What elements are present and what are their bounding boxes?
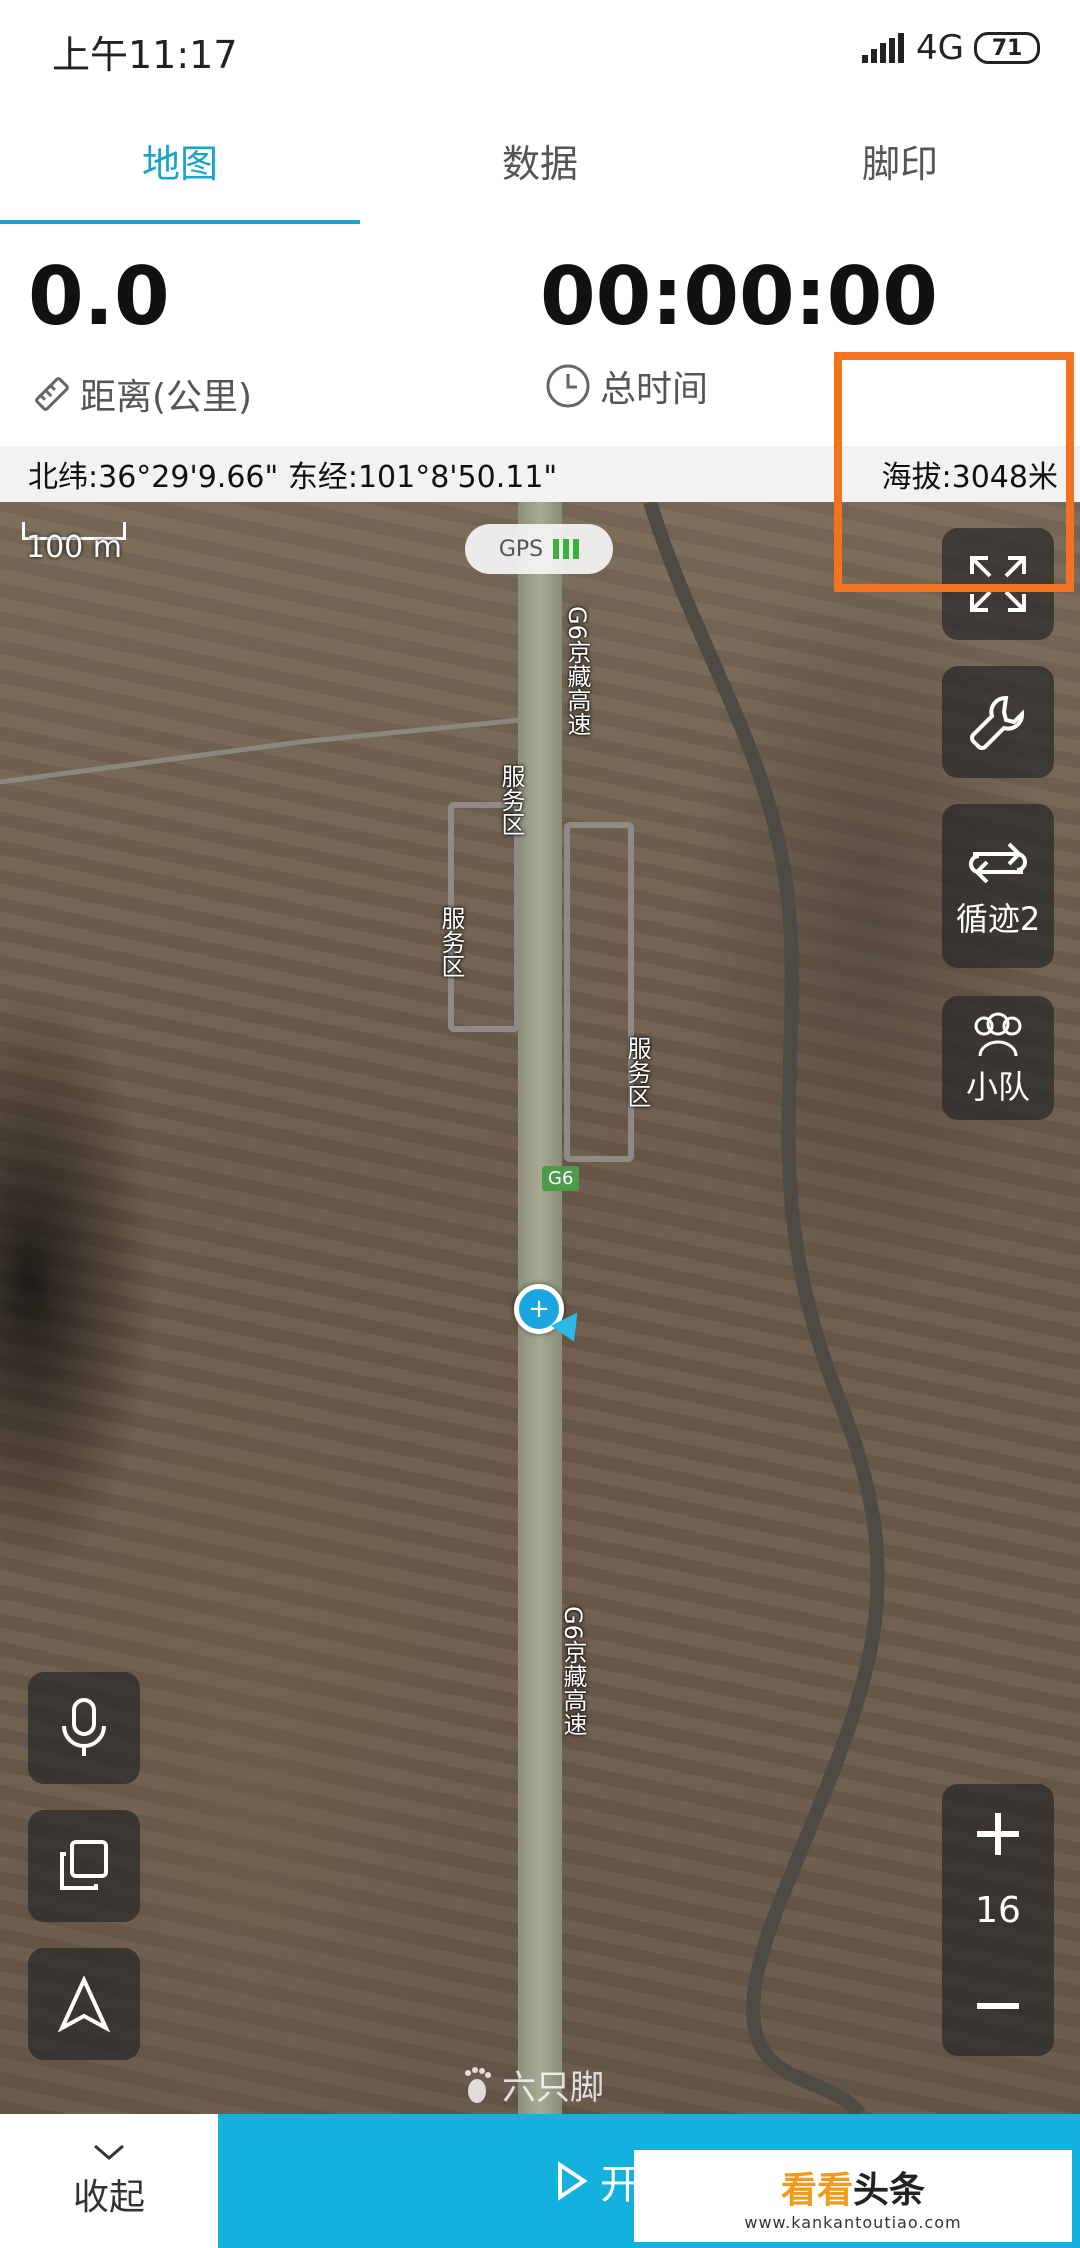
track-follow-label: 循迹2 — [955, 900, 1041, 938]
play-icon — [558, 2161, 588, 2201]
clock-icon — [546, 364, 590, 408]
battery-icon: 71 — [974, 32, 1040, 64]
tab-footprint[interactable]: 脚印 — [720, 96, 1080, 224]
service-area-loop-right — [564, 822, 634, 1162]
team-button[interactable]: 小队 — [942, 996, 1054, 1120]
network-type: 4G — [916, 28, 964, 68]
brand-text-2: 头条 — [853, 2169, 926, 2211]
chevron-down-icon — [94, 2144, 124, 2160]
brand-text-1: 看看 — [780, 2169, 853, 2211]
minus-icon — [977, 2003, 1019, 2009]
distance-label-group: 距离(公里) — [32, 368, 252, 420]
brand-logo-text: 看看头条 — [781, 2161, 925, 2213]
road-label-service-3: 服务区 — [623, 1036, 651, 1108]
lat-lon-text: 北纬:36°29'9.66" 东经:101°8'50.11" — [28, 460, 558, 495]
map-watermark: 六只脚 — [460, 2060, 604, 2109]
status-bar: 上午11:17 4G 71 — [0, 0, 1080, 96]
gps-label: GPS — [498, 536, 544, 562]
scale-label: 100 m — [26, 530, 123, 565]
footprint-icon — [465, 2066, 491, 2103]
brand-url: www.kankantoutiao.com — [744, 2212, 962, 2232]
road-label-service-2: 服务区 — [437, 906, 465, 978]
time-label-group: 总时间 — [544, 360, 708, 412]
ruler-icon — [35, 377, 69, 411]
distance-label: 距离(公里) — [80, 377, 253, 418]
team-label: 小队 — [965, 1068, 1030, 1106]
map-view[interactable]: G6京藏高速 服务区 服务区 服务区 G6 G6京藏高速 100 m GPS +… — [0, 502, 1080, 2114]
signal-icon — [862, 33, 906, 63]
layers-button[interactable] — [28, 1810, 140, 1922]
brand-watermark: 看看头条 www.kankantoutiao.com — [634, 2150, 1072, 2242]
tab-data[interactable]: 数据 — [360, 96, 720, 224]
battery-level: 71 — [991, 35, 1023, 61]
tools-button[interactable] — [942, 666, 1054, 778]
zoom-controls: 16 — [942, 1784, 1054, 2056]
voice-button[interactable] — [28, 1672, 140, 1784]
road-label-top: G6京藏高速 — [563, 606, 591, 736]
total-time-value: 00:00:00 — [540, 250, 938, 343]
collapse-label: 收起 — [72, 2177, 145, 2218]
navigate-button[interactable] — [28, 1948, 140, 2060]
distance-value: 0.0 — [28, 250, 170, 343]
route-swap-icon — [969, 842, 1027, 884]
track-follow-button[interactable]: 循迹2 — [942, 804, 1054, 968]
gps-status: GPS — [465, 524, 613, 574]
wrench-icon — [970, 696, 1024, 750]
collapse-button[interactable]: 收起 — [0, 2114, 218, 2248]
zoom-in-button[interactable] — [942, 1784, 1054, 1884]
zoom-level: 16 — [975, 1890, 1021, 1931]
road-label-service-1: 服务区 — [497, 764, 525, 836]
road-label-bottom: G6京藏高速 — [559, 1606, 587, 1736]
tab-bar: 地图 数据 脚印 — [0, 96, 1080, 224]
status-indicators: 4G 71 — [862, 28, 1040, 68]
road-shield-g6: G6 — [542, 1166, 580, 1191]
team-icon — [974, 1012, 1022, 1057]
status-time: 上午11:17 — [52, 33, 238, 77]
tab-map[interactable]: 地图 — [0, 96, 360, 224]
microphone-icon — [62, 1698, 106, 1756]
navigation-arrow-icon — [57, 1976, 111, 2032]
zoom-out-button[interactable] — [942, 1956, 1054, 2056]
time-label: 总时间 — [600, 369, 709, 410]
gps-signal-icon — [553, 539, 580, 559]
plus-icon — [977, 1813, 1019, 1855]
copy-layers-icon — [60, 1840, 108, 1890]
altitude-highlight-box — [834, 352, 1074, 592]
watermark-text: 六只脚 — [502, 2068, 604, 2108]
